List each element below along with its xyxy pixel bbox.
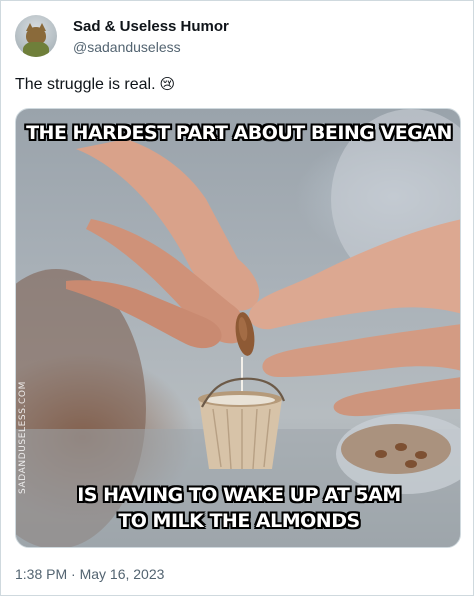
cat-body-icon xyxy=(23,42,49,57)
crying-face-icon: 😢 xyxy=(159,76,176,93)
meme-bottom-caption-line: TO MILK THE ALMONDS xyxy=(118,510,360,532)
tweet-card: Sad & Useless Humor @sadanduseless The s… xyxy=(0,0,474,596)
avatar[interactable] xyxy=(15,15,57,57)
display-name[interactable]: Sad & Useless Humor xyxy=(73,18,229,35)
user-handle[interactable]: @sadanduseless xyxy=(73,39,181,55)
meme-top-caption: THE HARDEST PART ABOUT BEING VEGAN xyxy=(26,122,452,144)
tweet-text: The struggle is real. 😢 xyxy=(15,75,175,94)
tweet-media-image[interactable]: THE HARDEST PART ABOUT BEING VEGAN IS HA… xyxy=(15,108,461,548)
tweet-timestamp[interactable]: 1:38 PM · May 16, 2023 xyxy=(15,566,164,582)
meme-bottom-caption-line: IS HAVING TO WAKE UP AT 5AM xyxy=(77,484,401,506)
tweet-text-body: The struggle is real. xyxy=(15,76,156,93)
image-watermark: SADANDUSELESS.COM xyxy=(18,381,28,494)
meme-bottom-caption: IS HAVING TO WAKE UP AT 5AM TO MILK THE … xyxy=(16,482,460,534)
